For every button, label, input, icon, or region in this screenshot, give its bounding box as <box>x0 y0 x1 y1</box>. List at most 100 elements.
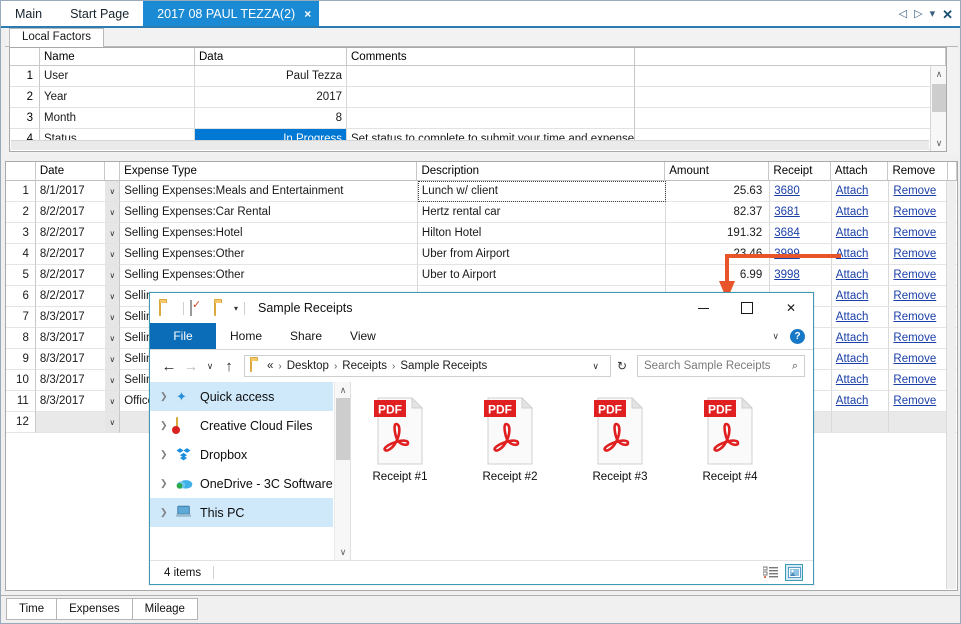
chevron-down-icon[interactable]: ∨ <box>105 307 121 328</box>
ex-cell-remove[interactable]: Remove <box>889 370 949 391</box>
tab-home[interactable]: Home <box>216 323 276 349</box>
list-item[interactable]: PDF Receipt #3 <box>583 396 657 483</box>
receipt-link[interactable]: 3998 <box>774 269 800 281</box>
help-icon[interactable]: ? <box>790 328 805 344</box>
remove-link[interactable]: Remove <box>893 395 936 407</box>
file-list-view[interactable]: PDF Receipt #1 PDF Receipt #2 PDF Receip… <box>351 382 813 560</box>
breadcrumb-sample-receipts[interactable]: Sample Receipts <box>400 360 487 372</box>
lf-cell-comments[interactable] <box>347 108 635 129</box>
ex-cell-remove[interactable]: Remove <box>889 244 949 265</box>
chevron-right-icon[interactable]: ❯ <box>160 449 176 460</box>
attach-link[interactable]: Attach <box>836 269 869 281</box>
ex-cell-description[interactable]: Uber from Airport <box>417 244 666 265</box>
chevron-down-icon[interactable]: ▾ <box>234 304 238 313</box>
ex-cell-attach[interactable]: Attach <box>831 286 890 307</box>
chevron-down-icon[interactable]: ∨ <box>105 412 121 433</box>
ex-cell-amount[interactable]: 25.63 <box>665 181 771 202</box>
receipt-link[interactable]: 3681 <box>774 206 800 218</box>
tab-view[interactable]: View <box>336 323 390 349</box>
remove-link[interactable]: Remove <box>893 227 936 239</box>
tab-local-factors[interactable]: Local Factors <box>9 28 105 47</box>
details-view-icon[interactable] <box>761 564 779 581</box>
receipt-link[interactable]: 3680 <box>774 185 800 197</box>
ex-cell-date[interactable]: 8/3/2017 <box>35 391 106 412</box>
breadcrumb-receipts[interactable]: Receipts <box>342 360 387 372</box>
scrollbar-thumb[interactable] <box>932 84 946 112</box>
lf-cell-data[interactable]: 8 <box>195 108 347 129</box>
ex-cell-description[interactable]: Lunch w/ client <box>417 181 666 202</box>
tab-mileage[interactable]: Mileage <box>131 598 198 620</box>
ex-cell-attach[interactable]: Attach <box>831 265 890 286</box>
chevron-down-icon[interactable]: ∨ <box>105 391 121 412</box>
chevron-down-icon[interactable]: ∨ <box>105 286 121 307</box>
receipt-link[interactable]: 3684 <box>774 227 800 239</box>
navigation-scrollbar[interactable]: ∧ ∨ <box>334 382 350 560</box>
tab-share[interactable]: Share <box>276 323 336 349</box>
table-row[interactable]: 1 8/1/2017 ∨ Selling Expenses:Meals and … <box>6 181 957 202</box>
scroll-up-icon[interactable]: ∧ <box>335 382 351 398</box>
chevron-down-icon[interactable]: ∨ <box>105 328 121 349</box>
chevron-down-icon[interactable]: ∨ <box>105 265 121 286</box>
maximize-icon[interactable] <box>725 293 769 323</box>
close-icon[interactable]: ✕ <box>769 293 813 323</box>
ex-cell-date[interactable]: 8/2/2017 <box>35 223 106 244</box>
ex-cell-type[interactable]: Selling Expenses:Other <box>120 244 418 265</box>
remove-link[interactable]: Remove <box>893 269 936 281</box>
attach-link[interactable]: Attach <box>836 395 869 407</box>
file-explorer-titlebar[interactable]: ▾ Sample Receipts ✕ <box>150 293 813 323</box>
search-input[interactable]: Search Sample Receipts ⌕ <box>637 355 805 377</box>
scroll-down-icon[interactable]: ∨ <box>931 135 946 151</box>
ex-cell-date[interactable]: 8/2/2017 <box>35 286 106 307</box>
ex-cell-attach[interactable]: Attach <box>831 181 890 202</box>
ex-cell-remove[interactable]: Remove <box>889 391 949 412</box>
ex-cell-attach[interactable]: Attach <box>831 223 890 244</box>
ex-cell-date[interactable] <box>35 412 106 433</box>
ex-cell-date[interactable]: 8/3/2017 <box>35 328 106 349</box>
minimize-icon[interactable] <box>681 293 725 323</box>
lf-cell-data[interactable]: Paul Tezza <box>195 66 347 87</box>
tab-main[interactable]: Main <box>1 1 56 27</box>
ex-cell-remove[interactable]: Remove <box>889 181 949 202</box>
tab-timesheet-document[interactable]: 2017 08 PAUL TEZZA(2) × <box>143 1 320 27</box>
close-icon[interactable]: × <box>304 7 311 21</box>
ex-cell-remove[interactable]: Remove <box>889 307 949 328</box>
lf-cell-comments[interactable] <box>347 66 635 87</box>
ex-cell-amount[interactable]: 82.37 <box>665 202 771 223</box>
receipt-link[interactable]: 3999 <box>774 248 800 260</box>
ex-cell-amount[interactable]: 191.32 <box>665 223 771 244</box>
lf-cell-name[interactable]: Year <box>40 87 195 108</box>
ex-cell-attach[interactable]: Attach <box>831 244 890 265</box>
ex-cell-type[interactable]: Selling Expenses:Hotel <box>120 223 418 244</box>
breadcrumb-desktop[interactable]: Desktop <box>287 360 329 372</box>
ex-cell-amount[interactable]: 6.99 <box>665 265 771 286</box>
tab-time[interactable]: Time <box>6 598 58 620</box>
ex-cell-date[interactable]: 8/2/2017 <box>35 244 106 265</box>
new-folder-icon[interactable] <box>214 300 228 316</box>
attach-link[interactable]: Attach <box>836 185 869 197</box>
chevron-down-icon[interactable]: ∨ <box>105 244 121 265</box>
remove-link[interactable]: Remove <box>893 311 936 323</box>
ex-cell-remove[interactable]: Remove <box>889 223 949 244</box>
ex-cell-attach[interactable]: Attach <box>831 370 890 391</box>
tab-file[interactable]: File <box>150 323 216 349</box>
ex-cell-receipt[interactable]: 3681 <box>770 202 832 223</box>
back-icon[interactable]: ← <box>158 355 180 377</box>
ex-cell-receipt[interactable]: 3680 <box>770 181 832 202</box>
ex-cell-date[interactable]: 8/3/2017 <box>35 370 106 391</box>
remove-link[interactable]: Remove <box>893 290 936 302</box>
ex-cell-attach[interactable]: Attach <box>831 328 890 349</box>
ex-cell-date[interactable]: 8/2/2017 <box>35 202 106 223</box>
ex-cell-remove[interactable] <box>889 412 949 433</box>
remove-link[interactable]: Remove <box>893 248 936 260</box>
ex-cell-description[interactable]: Uber to Airport <box>417 265 666 286</box>
chevron-right-icon[interactable]: ❯ <box>160 391 176 402</box>
ex-cell-remove[interactable]: Remove <box>889 286 949 307</box>
remove-link[interactable]: Remove <box>893 374 936 386</box>
forward-icon[interactable]: → <box>180 355 202 377</box>
table-row[interactable]: 3 Month 8 <box>10 108 946 129</box>
properties-icon[interactable] <box>190 300 204 316</box>
ex-cell-remove[interactable]: Remove <box>889 349 949 370</box>
lf-cell-comments[interactable] <box>347 87 635 108</box>
chevron-down-icon[interactable]: ∨ <box>586 361 605 372</box>
lf-cell-name[interactable]: User <box>40 66 195 87</box>
